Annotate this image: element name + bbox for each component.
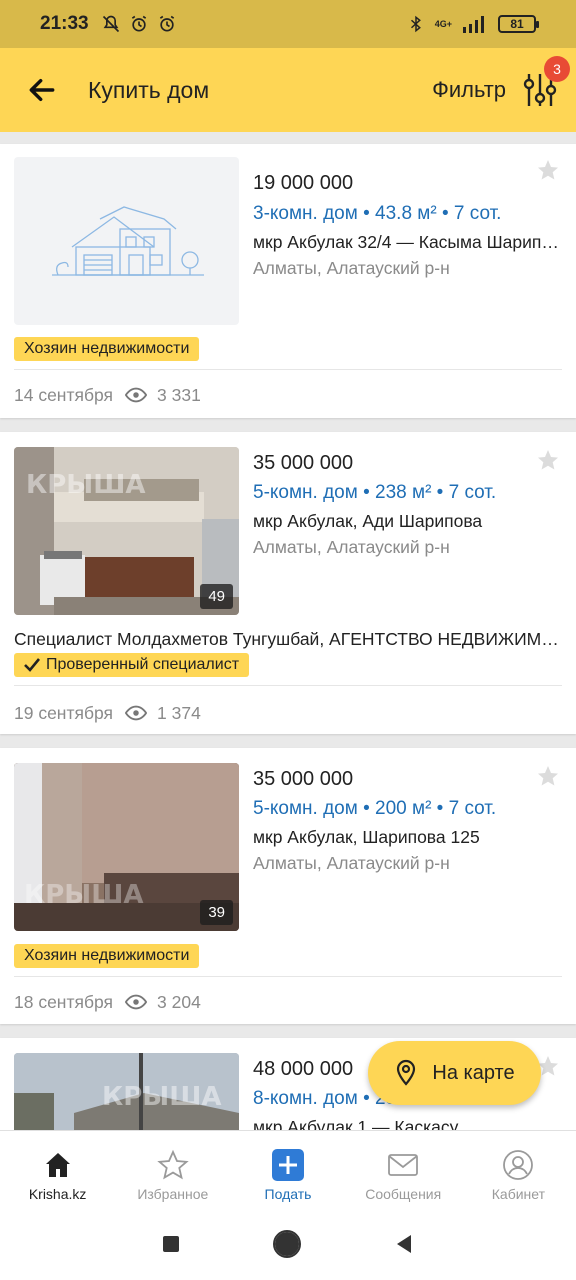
listing-city: Алматы, Алатауский р-н (253, 853, 450, 873)
listing-address: мкр Акбулак 1 — Каскасу (253, 1117, 459, 1130)
eye-icon (125, 705, 148, 721)
listing-card[interactable]: КРЫША 39 35 000 000 5-комн. дом • 200 м²… (0, 748, 576, 1024)
filter-label: Фильтр (432, 77, 506, 102)
system-navigation (0, 1208, 576, 1280)
nav-label: Krisha.kz (28, 1186, 87, 1202)
listing-views: 3 331 (157, 384, 201, 405)
alarm-icon (131, 15, 146, 32)
house-photo: КРЫША (14, 1053, 239, 1130)
listing-params: 5-комн. дом • 200 м² • 7 сот. (253, 798, 497, 819)
eye-icon (125, 387, 148, 403)
photo-count: 49 (200, 584, 233, 609)
nav-messages[interactable]: Сообщения (346, 1131, 461, 1208)
listings-list[interactable]: 19 000 000 3-комн. дом • 43.8 м² • 7 сот… (0, 132, 576, 1130)
battery-indicator: 81 (498, 15, 539, 33)
listing-address: мкр Акбулак, Ади Шарипова (253, 511, 483, 531)
owner-badge: Хозяин недвижимости (14, 944, 200, 968)
map-button-label: На карте (432, 1061, 515, 1084)
listing-date: 19 сентября (14, 702, 114, 723)
listing-date: 14 сентября (14, 384, 114, 405)
map-button[interactable]: На карте (368, 1041, 541, 1105)
nav-label: Кабинет (491, 1186, 546, 1202)
recents-icon[interactable] (161, 1234, 181, 1254)
app-bar: Купить дом Фильтр 3 (0, 48, 576, 132)
bluetooth-icon (410, 15, 421, 33)
listing-views: 1 374 (157, 702, 201, 723)
map-pin-icon (397, 1059, 416, 1086)
nav-label: Избранное (137, 1186, 209, 1202)
filter-button[interactable]: Фильтр 3 (432, 56, 570, 110)
back-triangle-icon[interactable] (393, 1233, 415, 1255)
verified-badge: Проверенный специалист (14, 653, 250, 677)
photo-count: 39 (200, 900, 233, 925)
check-icon (24, 658, 40, 672)
listing-meta: 14 сентября 3 331 (14, 384, 201, 406)
nav-label: Сообщения (365, 1186, 442, 1202)
user-icon (503, 1150, 534, 1180)
listing-date: 18 сентября (14, 991, 114, 1012)
watermark-text: КРЫША (26, 470, 146, 500)
listing-photo[interactable]: КРЫША (14, 1053, 239, 1130)
arrow-left-icon (29, 78, 55, 102)
envelope-icon (388, 1154, 419, 1176)
bell-off-icon (102, 15, 119, 33)
favorite-star-icon[interactable] (536, 764, 560, 788)
eye-icon (125, 994, 148, 1010)
listing-meta: 18 сентября 3 204 (14, 991, 201, 1013)
listing-photo-placeholder[interactable] (14, 157, 239, 325)
listing-params: 5-комн. дом • 238 м² • 7 сот. (253, 482, 497, 503)
nav-favorites[interactable]: Избранное (115, 1131, 230, 1208)
nav-label: Подать (264, 1186, 312, 1202)
status-bar: 21:33 4G+ 81 (0, 0, 576, 48)
listing-address: мкр Акбулак, Шарипова 125 (253, 827, 480, 847)
listing-meta: 19 сентября 1 374 (14, 702, 201, 724)
favorite-star-icon[interactable] (536, 448, 560, 472)
listing-photo[interactable]: КРЫША 39 (14, 763, 239, 931)
listing-city: Алматы, Алатауский р-н (253, 537, 450, 557)
seller-name: Специалист Молдахметов Тунгушбай, АГЕНТС… (14, 629, 562, 649)
status-time: 21:33 (40, 13, 89, 34)
bottom-nav: Krisha.kz Избранное Подать Сообщения Каб… (0, 1130, 576, 1208)
nav-cabinet[interactable]: Кабинет (461, 1131, 576, 1208)
home-icon (45, 1153, 70, 1177)
listing-views: 3 204 (157, 991, 201, 1012)
listing-params: 3-комн. дом • 43.8 м² • 7 сот. (253, 203, 502, 224)
plus-icon (272, 1149, 304, 1181)
nav-post[interactable]: Подать (230, 1131, 345, 1208)
favorite-star-icon[interactable] (536, 158, 560, 182)
page-title: Купить дом (88, 76, 210, 103)
filter-count-badge: 3 (544, 56, 570, 82)
listing-price: 48 000 000 (253, 1058, 354, 1080)
alarm-icon (159, 15, 174, 32)
listing-card[interactable]: 19 000 000 3-комн. дом • 43.8 м² • 7 сот… (0, 144, 576, 418)
divider (14, 685, 562, 686)
house-placeholder-icon (52, 206, 204, 276)
back-button[interactable] (24, 72, 60, 108)
listing-price: 19 000 000 (253, 172, 354, 194)
listing-price: 35 000 000 (253, 452, 354, 474)
listing-card[interactable]: КРЫША 49 35 000 000 5-комн. дом • 238 м²… (0, 432, 576, 734)
divider (14, 976, 562, 977)
watermark-text: КРЫША (24, 880, 144, 910)
listing-city: Алматы, Алатауский р-н (253, 258, 450, 278)
listing-address: мкр Акбулак 32/4 — Касыма Шарипова (253, 232, 561, 252)
listing-price: 35 000 000 (253, 768, 354, 790)
listing-photo[interactable]: КРЫША 49 (14, 447, 239, 615)
watermark-text: КРЫША (102, 1082, 222, 1112)
home-circle-icon[interactable] (273, 1230, 301, 1258)
star-icon (157, 1149, 189, 1180)
divider (14, 369, 562, 370)
network-label: 4G+ (434, 19, 452, 29)
owner-badge: Хозяин недвижимости (14, 337, 200, 361)
nav-home[interactable]: Krisha.kz (0, 1131, 115, 1208)
signal-icon (463, 16, 484, 33)
